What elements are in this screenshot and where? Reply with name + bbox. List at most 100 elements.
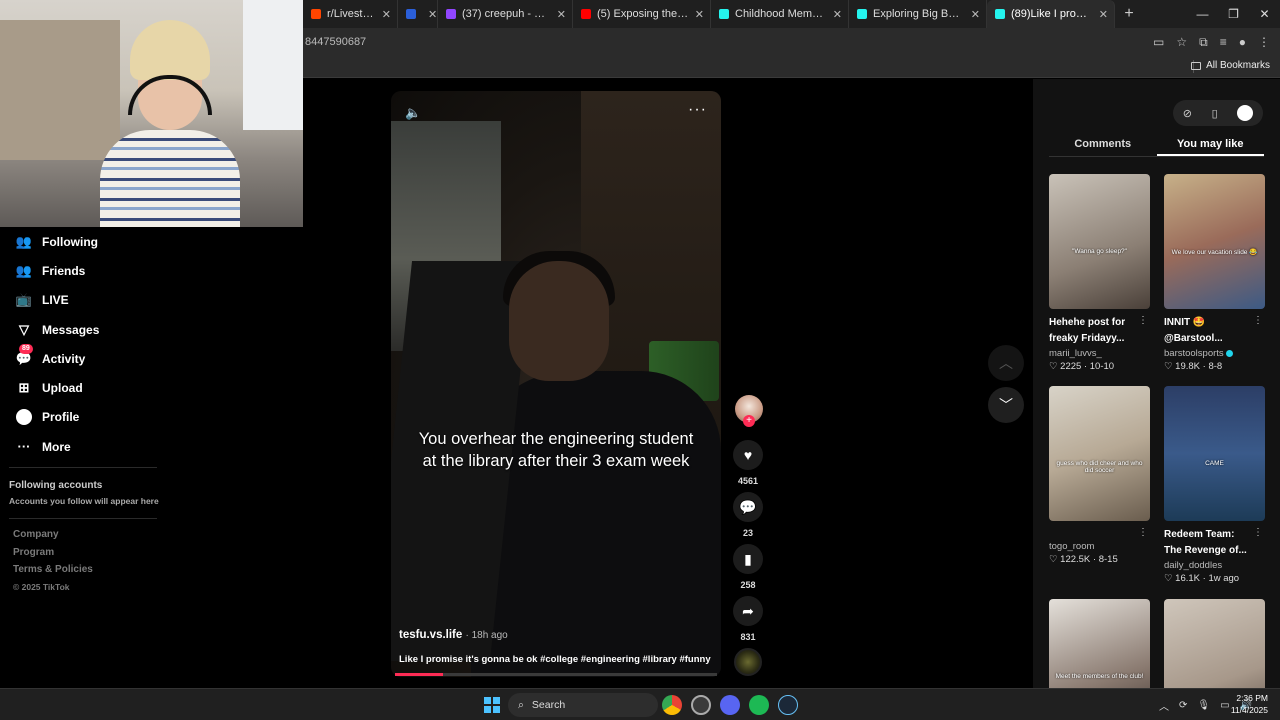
tab-close-icon[interactable]: ✕ bbox=[557, 8, 566, 21]
footer-program[interactable]: Program bbox=[13, 547, 93, 565]
upload-icon: ⊞ bbox=[18, 380, 30, 396]
video-thumbnail[interactable]: We love our vacation slide 😂 bbox=[1164, 174, 1265, 309]
video-progress-bar[interactable] bbox=[395, 673, 717, 676]
theme-toggle[interactable] bbox=[1237, 105, 1254, 121]
browser-tab[interactable]: r/LivestreamFail ✕ bbox=[303, 0, 398, 28]
all-bookmarks-button[interactable]: All Bookmarks bbox=[1191, 60, 1270, 71]
author-name[interactable]: tesfu.vs.life bbox=[399, 629, 462, 641]
cast-icon[interactable]: ▭ bbox=[1153, 35, 1164, 50]
recommended-video-card[interactable]: guess who did cheer and who did soccer ⋮ t… bbox=[1049, 386, 1150, 565]
profile-avatar-icon[interactable]: ● bbox=[1239, 35, 1246, 50]
url-text[interactable]: 8447590687 bbox=[303, 36, 1153, 48]
microphone-icon[interactable]: 🎙 bbox=[1197, 700, 1210, 711]
live-icon: 📺 bbox=[15, 292, 33, 308]
tab-close-icon[interactable]: ✕ bbox=[382, 8, 391, 21]
card-username[interactable]: barstoolsports bbox=[1164, 348, 1265, 359]
sidebar-item-live[interactable]: 📺 LIVE bbox=[0, 286, 303, 315]
obs-icon[interactable] bbox=[691, 695, 711, 715]
thumbnail-text: Meet the members of the club! bbox=[1055, 673, 1144, 681]
card-title[interactable]: Redeem Team: The Revenge of... bbox=[1164, 527, 1254, 558]
windows-start-icon[interactable] bbox=[484, 697, 500, 713]
like-button[interactable]: ♥ bbox=[733, 440, 763, 470]
card-title[interactable]: INNIT 🤩 @Barstool... bbox=[1164, 315, 1254, 346]
notification-badge: 89 bbox=[19, 343, 33, 354]
tray-chevron-icon[interactable]: ︿ bbox=[1159, 698, 1169, 713]
card-username[interactable]: daily_doddles bbox=[1164, 560, 1265, 571]
network-icon[interactable]: ▭ bbox=[1220, 700, 1229, 711]
browser-tab[interactable]: ✕ bbox=[398, 0, 438, 28]
sidebar-item-upload[interactable]: ⊞ Upload bbox=[0, 373, 303, 402]
video-thumbnail[interactable]: CAME bbox=[1164, 386, 1265, 521]
footer-company[interactable]: Company bbox=[13, 529, 93, 547]
card-kebab-icon[interactable]: ⋮ bbox=[1253, 315, 1263, 326]
sidebar-item-more[interactable]: ··· More bbox=[0, 432, 303, 461]
new-tab-button[interactable]: + bbox=[1115, 5, 1143, 23]
tab-close-icon[interactable]: ✕ bbox=[833, 8, 842, 21]
video-thumbnail[interactable]: guess who did cheer and who did soccer bbox=[1049, 386, 1150, 521]
browser-tab[interactable]: Exploring Big Booty Lee's ✕ bbox=[849, 0, 987, 28]
browser-tab[interactable]: (89)Like I promise it's ✕ bbox=[987, 0, 1115, 28]
browser-tab[interactable]: (5) Exposing the Gamblin ✕ bbox=[573, 0, 711, 28]
media-icon[interactable]: ≡ bbox=[1220, 35, 1227, 50]
spotify-icon[interactable] bbox=[749, 695, 769, 715]
video-thumbnail[interactable]: "Wanna go sleep?" bbox=[1049, 174, 1150, 309]
comment-button[interactable]: 💬 bbox=[733, 492, 763, 522]
recommended-video-card[interactable]: CAME Redeem Team: The Revenge of... ⋮ daily… bbox=[1164, 386, 1265, 584]
minimize-icon[interactable]: — bbox=[1187, 0, 1218, 28]
save-button[interactable]: ▮ bbox=[733, 544, 763, 574]
sidebar-item-messages[interactable]: ▽ Messages bbox=[0, 315, 303, 344]
close-window-icon[interactable]: ✕ bbox=[1249, 0, 1280, 28]
share-button[interactable]: ➦ bbox=[733, 596, 763, 626]
address-bar[interactable]: 8447590687 ▭ ☆ ⧉ ≡ ● ⋮ bbox=[303, 28, 1280, 56]
sidebar-item-following[interactable]: 👥 Following bbox=[0, 227, 303, 256]
tab-close-icon[interactable]: ✕ bbox=[971, 8, 980, 21]
chrome-icon[interactable] bbox=[662, 695, 682, 715]
webcam-streamer bbox=[100, 20, 240, 227]
following-icon: 👥 bbox=[15, 233, 33, 249]
card-kebab-icon[interactable]: ⋮ bbox=[1138, 315, 1148, 326]
bookmark-star-icon[interactable]: ☆ bbox=[1176, 35, 1187, 50]
sidebar-item-profile[interactable]: Profile bbox=[0, 403, 303, 432]
tab-close-icon[interactable]: ✕ bbox=[1099, 8, 1108, 21]
sidebar-item-label: Upload bbox=[42, 381, 83, 396]
sidebar-item-activity[interactable]: 💬 89 Activity bbox=[0, 343, 303, 373]
browser-tab[interactable]: (37) creepuh - Twitch ✕ bbox=[438, 0, 573, 28]
sidebar-item-friends[interactable]: 👥 Friends bbox=[0, 256, 303, 285]
video-author[interactable]: tesfu.vs.life · 18h ago bbox=[399, 629, 508, 641]
card-username-text: barstoolsports bbox=[1164, 348, 1224, 359]
recommended-video-card[interactable]: "Wanna go sleep?" Hehehe post for freaky … bbox=[1049, 174, 1150, 372]
previous-video-button[interactable]: ︿ bbox=[988, 345, 1024, 381]
browser-tab[interactable]: Childhood Memories: Ak ✕ bbox=[711, 0, 849, 28]
tab-close-icon[interactable]: ✕ bbox=[428, 8, 437, 21]
steam-icon[interactable] bbox=[778, 695, 798, 715]
menu-kebab-icon[interactable]: ⋮ bbox=[1258, 35, 1270, 50]
taskbar-clock[interactable]: 2:36 PM 11/4/2025 bbox=[1231, 692, 1268, 716]
music-disc-icon[interactable] bbox=[734, 648, 762, 676]
tab-comments[interactable]: Comments bbox=[1049, 135, 1157, 156]
extensions-icon[interactable]: ⧉ bbox=[1199, 35, 1208, 50]
video-player[interactable]: 🔈 ··· You overhear the engineering stude… bbox=[391, 91, 721, 677]
compass-icon[interactable]: ⊘ bbox=[1183, 107, 1192, 120]
device-icon[interactable]: ▯ bbox=[1212, 107, 1218, 120]
discord-icon[interactable] bbox=[720, 695, 740, 715]
card-kebab-icon[interactable]: ⋮ bbox=[1138, 527, 1148, 538]
volume-icon[interactable]: 🔈 bbox=[405, 105, 421, 121]
tray-sync-icon[interactable]: ⟳ bbox=[1179, 700, 1187, 711]
card-title[interactable]: Hehehe post for freaky Fridayy... bbox=[1049, 315, 1139, 346]
card-kebab-icon[interactable]: ⋮ bbox=[1253, 527, 1263, 538]
window-controls: — ❐ ✕ bbox=[1187, 0, 1280, 28]
tab-close-icon[interactable]: ✕ bbox=[695, 8, 704, 21]
taskbar-search[interactable]: ⌕ Search bbox=[508, 693, 658, 717]
footer-terms[interactable]: Terms & Policies bbox=[13, 564, 93, 582]
card-username[interactable]: togo_room bbox=[1049, 541, 1150, 552]
tab-you-may-like[interactable]: You may like bbox=[1156, 135, 1264, 156]
heart-outline-icon: ♡ bbox=[1164, 573, 1176, 584]
tab-title: (5) Exposing the Gamblin bbox=[597, 8, 689, 20]
more-options-icon[interactable]: ··· bbox=[688, 101, 707, 119]
card-username[interactable]: marii_luvvs_ bbox=[1049, 348, 1150, 359]
restore-icon[interactable]: ❐ bbox=[1218, 0, 1249, 28]
recommended-video-card[interactable]: We love our vacation slide 😂 INNIT 🤩 @Bar… bbox=[1164, 174, 1265, 372]
follow-plus-icon[interactable]: + bbox=[743, 415, 755, 427]
panel-toolbar: ⊘ ▯ bbox=[1173, 100, 1263, 126]
next-video-button[interactable]: ﹀ bbox=[988, 387, 1024, 423]
